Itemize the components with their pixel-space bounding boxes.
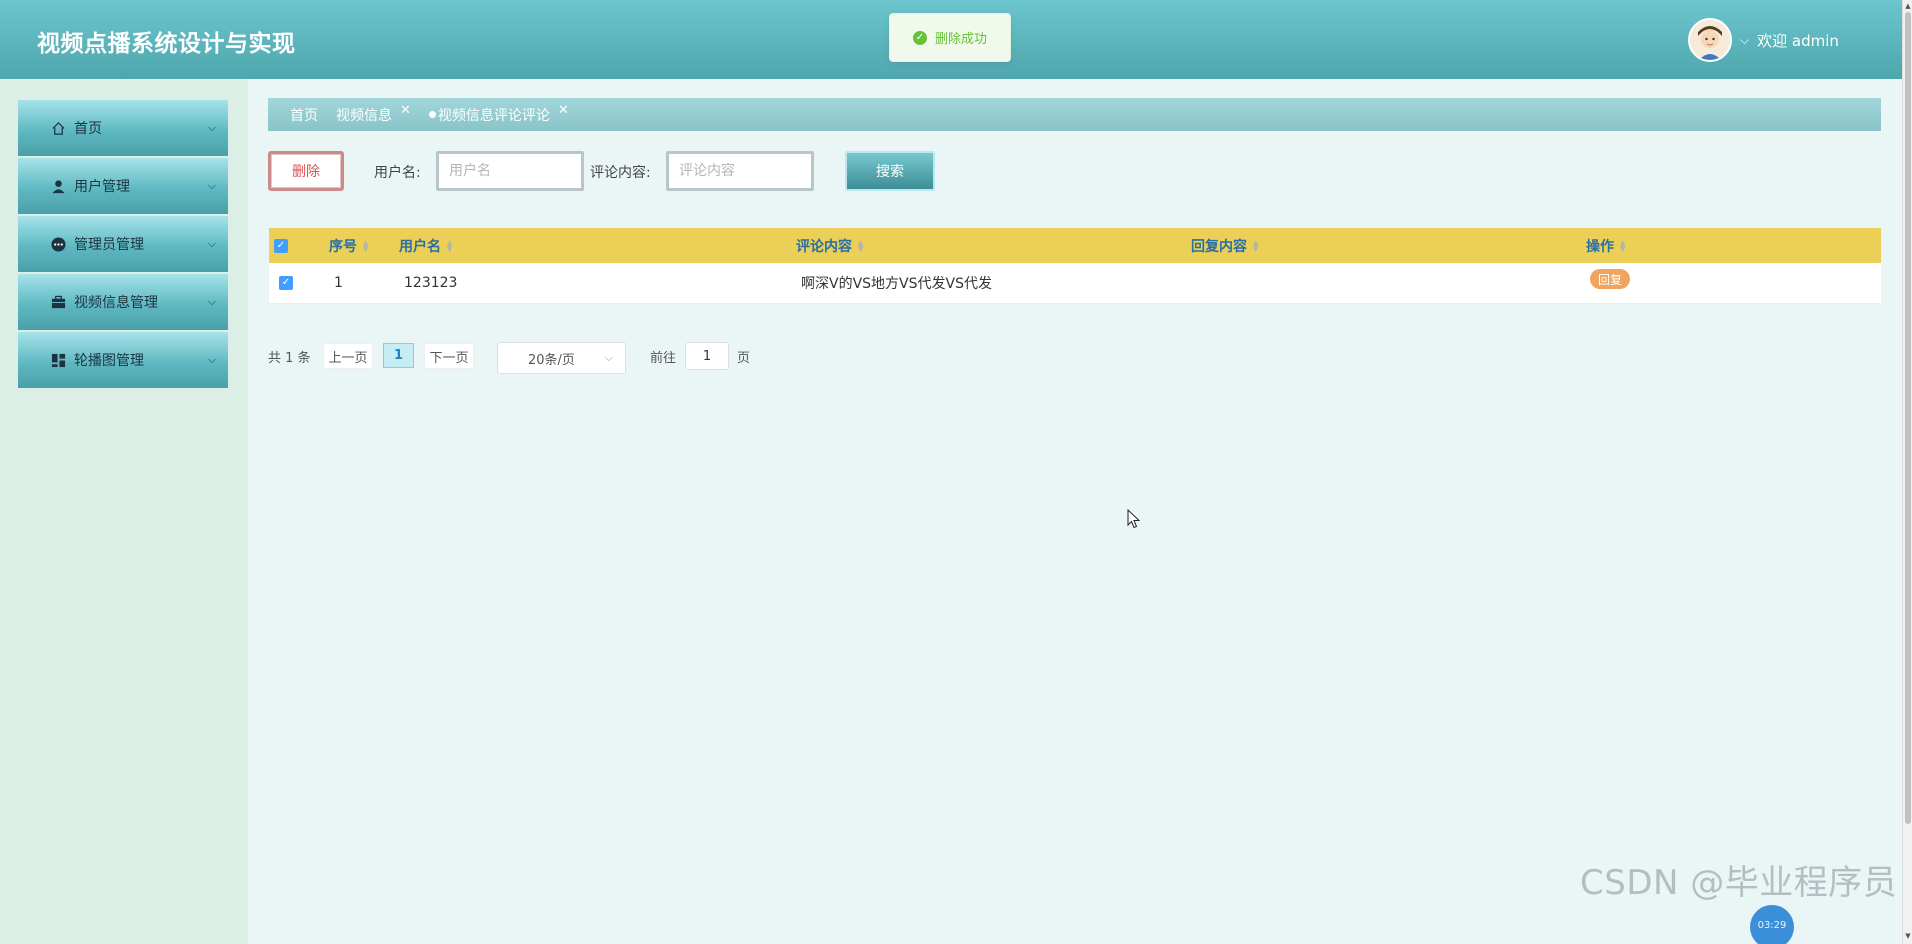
select-all-checkbox[interactable]: ✓	[274, 238, 288, 253]
active-dot-icon	[428, 111, 436, 118]
app-title: 视频点播系统设计与实现	[37, 31, 296, 57]
row-actions: 回复	[1590, 263, 1631, 303]
comments-table: ✓ 序号 ▲ ▼ 用户名 ▲ ▼ 评论内容 ▲ ▼ 回复内容 ▲ ▼ 操作 ▲ ▼ ✓ 1…	[269, 228, 1881, 304]
username-label: 用户名:	[374, 165, 421, 181]
close-icon[interactable]: ✕	[400, 103, 411, 118]
column-title: 用户名	[399, 238, 441, 255]
row-select-cell: ✓	[279, 263, 293, 303]
check-circle-icon: ✓	[912, 30, 927, 45]
chevron-down-icon: ⌵	[207, 295, 216, 308]
column-header[interactable]: 回复内容 ▲ ▼	[1191, 228, 1258, 263]
sidebar-item-videos[interactable]: 视频信息管理 ⌵	[18, 274, 228, 330]
scroll-up-icon[interactable]: ▲	[1904, 2, 1912, 10]
sidebar-item-admins[interactable]: 管理员管理 ⌵	[18, 216, 228, 272]
sidebar-item-label: 视频信息管理	[74, 295, 158, 311]
search-button[interactable]: 搜索	[845, 151, 935, 191]
total-count: 共 1 条	[268, 351, 311, 366]
column-title: 评论内容	[796, 238, 852, 255]
column-title: 操作	[1586, 238, 1614, 255]
sidebar-item-label: 用户管理	[74, 179, 130, 195]
tab-home[interactable]: 首页	[290, 105, 318, 125]
chevron-down-icon: ⌵	[207, 353, 216, 366]
chevron-down-icon[interactable]: ⌵	[1740, 33, 1749, 48]
goto-label: 前往	[650, 351, 677, 366]
user-icon	[50, 178, 66, 194]
sidebar-item-label: 轮播图管理	[74, 353, 144, 369]
row-content: 啊深V的VS地方VS代发VS代发	[801, 276, 992, 292]
chevron-down-icon: ⌵	[604, 351, 613, 364]
sort-icon[interactable]: ▲ ▼	[363, 239, 368, 252]
more-icon	[50, 236, 66, 252]
select-all-cell: ✓	[274, 228, 288, 263]
column-title: 回复内容	[1191, 238, 1247, 255]
mouse-cursor-icon	[1127, 508, 1141, 533]
scroll-down-icon[interactable]: ▼	[1904, 932, 1912, 940]
page-suffix: 页	[737, 351, 751, 366]
table-header: ✓ 序号 ▲ ▼ 用户名 ▲ ▼ 评论内容 ▲ ▼ 回复内容 ▲ ▼ 操作 ▲ ▼	[269, 228, 1881, 263]
username-input[interactable]	[436, 151, 584, 191]
watermark: CSDN @毕业程序员	[1580, 863, 1898, 903]
content-input[interactable]	[666, 151, 814, 191]
sort-icon[interactable]: ▲ ▼	[1620, 239, 1625, 252]
delete-button[interactable]: 删除	[268, 151, 344, 191]
column-header[interactable]: 用户名 ▲ ▼	[399, 228, 452, 263]
row-username: 123123	[404, 275, 458, 291]
toast-message: 删除成功	[934, 32, 987, 47]
content-label: 评论内容:	[590, 165, 651, 181]
goto-page-input[interactable]: 1	[685, 342, 729, 370]
scrollbar-thumb[interactable]	[1905, 12, 1911, 824]
page-size-select[interactable]: 20条/页 ⌵	[497, 342, 626, 374]
prev-page-button[interactable]: 上一页	[323, 343, 373, 369]
chevron-down-icon: ⌵	[207, 237, 216, 250]
user-menu[interactable]: ⌵ 欢迎 admin	[1688, 18, 1839, 62]
column-header[interactable]: 评论内容 ▲ ▼	[796, 228, 863, 263]
home-icon	[50, 120, 66, 136]
chevron-down-icon: ⌵	[207, 179, 216, 192]
sidebar-item-label: 管理员管理	[74, 237, 144, 253]
tab-label: 视频信息	[336, 107, 392, 124]
sidebar-item-home[interactable]: 首页 ⌵	[18, 100, 228, 156]
sidebar-item-users[interactable]: 用户管理 ⌵	[18, 158, 228, 214]
next-page-button[interactable]: 下一页	[424, 343, 474, 369]
tab-video-info[interactable]: 视频信息 ✕	[336, 103, 411, 125]
column-header[interactable]: 序号 ▲ ▼	[329, 228, 368, 263]
current-page-button[interactable]: 1	[383, 343, 414, 368]
briefcase-icon	[50, 294, 66, 310]
page-scrollbar[interactable]: ▲ ▼	[1902, 0, 1912, 944]
row-checkbox[interactable]: ✓	[279, 276, 293, 290]
tab-video-comments[interactable]: 视频信息评论评论 ✕	[428, 103, 569, 125]
sidebar-item-carousel[interactable]: 轮播图管理 ⌵	[18, 332, 228, 388]
dashboard-icon	[50, 352, 66, 368]
sort-icon[interactable]: ▲ ▼	[447, 239, 452, 252]
sort-icon[interactable]: ▲ ▼	[1253, 239, 1258, 252]
column-title: 序号	[329, 238, 357, 255]
chevron-down-icon: ⌵	[207, 121, 216, 134]
sort-icon[interactable]: ▲ ▼	[858, 239, 863, 252]
column-header[interactable]: 操作 ▲ ▼	[1586, 228, 1625, 263]
table-row: ✓ 1 123123 啊深V的VS地方VS代发VS代发 回复	[269, 263, 1881, 304]
welcome-text: 欢迎 admin	[1757, 31, 1839, 50]
avatar[interactable]	[1688, 18, 1732, 62]
success-toast: ✓ 删除成功	[889, 13, 1011, 62]
sidebar-item-label: 首页	[74, 121, 102, 137]
floating-clock-badge[interactable]: 03:29	[1750, 905, 1794, 944]
tab-bar: 首页 视频信息 ✕ 视频信息评论评论 ✕	[268, 98, 1881, 131]
sidebar: 首页 ⌵ 用户管理 ⌵ 管理员管理 ⌵ 视频信息管理 ⌵ 轮播图管理 ⌵	[0, 79, 248, 944]
close-icon[interactable]: ✕	[558, 103, 569, 118]
page-size-value: 20条/页	[528, 352, 575, 368]
tab-label: 视频信息评论评论	[437, 107, 550, 124]
tab-label: 首页	[290, 107, 318, 124]
top-header: 视频点播系统设计与实现 ✓ 删除成功 ⌵ 欢迎 admin	[0, 0, 1902, 79]
row-index: 1	[334, 275, 343, 291]
reply-button[interactable]: 回复	[1590, 269, 1631, 289]
